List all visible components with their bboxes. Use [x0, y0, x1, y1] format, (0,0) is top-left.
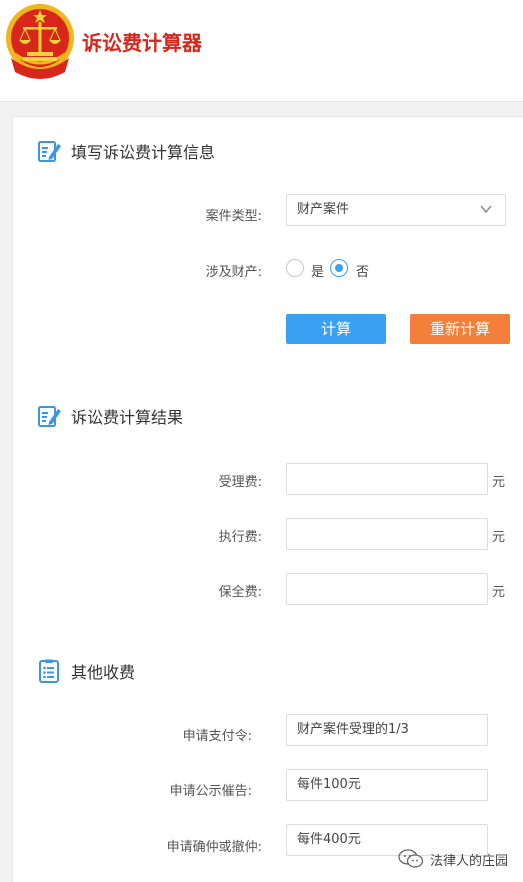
preservation-fee-field[interactable]	[286, 573, 488, 605]
radio-yes-label: 是	[311, 265, 325, 280]
public-notice-label: 申请公示催告:	[169, 784, 252, 799]
wechat-icon	[398, 849, 424, 868]
execution-fee-label: 执行费:	[218, 530, 262, 545]
app-header: 诉讼费计算器	[0, 0, 523, 102]
calculate-button[interactable]: 计算	[286, 314, 386, 344]
app-title: 诉讼费计算器	[82, 31, 202, 55]
edit-doc-icon	[38, 141, 61, 162]
arbitration-label: 申请确仲或撤仲:	[166, 840, 262, 855]
preservation-fee-unit: 元	[492, 585, 506, 600]
public-notice-field: 每件100元	[286, 769, 488, 801]
case-type-select[interactable]: 财产案件	[286, 194, 506, 226]
form-section-title: 填写诉讼费计算信息	[71, 143, 216, 162]
property-label: 涉及财产:	[205, 265, 262, 280]
watermark-text: 法律人的庄园	[430, 853, 509, 869]
radio-yes[interactable]	[286, 259, 304, 277]
radio-no-label: 否	[356, 265, 370, 280]
result-section-header: 诉讼费计算结果	[36, 403, 183, 429]
execution-fee-field[interactable]	[286, 518, 488, 550]
payment-order-label: 申请支付令:	[182, 729, 252, 744]
court-emblem-icon	[6, 4, 74, 79]
execution-fee-unit: 元	[492, 530, 506, 545]
radio-no[interactable]	[330, 259, 348, 277]
recalculate-button[interactable]: 重新计算	[410, 314, 510, 344]
case-type-label: 案件类型:	[205, 209, 262, 224]
form-section-header: 填写诉讼费计算信息	[36, 138, 215, 164]
main-panel	[12, 116, 523, 882]
list-doc-icon	[39, 659, 59, 683]
chevron-down-icon	[480, 205, 492, 214]
other-section-title: 其他收费	[71, 663, 136, 682]
result-section-title: 诉讼费计算结果	[71, 408, 184, 427]
acceptance-fee-unit: 元	[492, 475, 506, 490]
case-type-value: 财产案件	[297, 202, 350, 217]
payment-order-field: 财产案件受理的1/3	[286, 714, 488, 746]
acceptance-fee-field[interactable]	[286, 463, 488, 495]
preservation-fee-label: 保全费:	[218, 585, 262, 600]
watermark: 法律人的庄园	[398, 848, 508, 870]
acceptance-fee-label: 受理费:	[218, 475, 262, 490]
edit-doc-icon	[38, 406, 61, 427]
other-section-header: 其他收费	[36, 658, 135, 684]
